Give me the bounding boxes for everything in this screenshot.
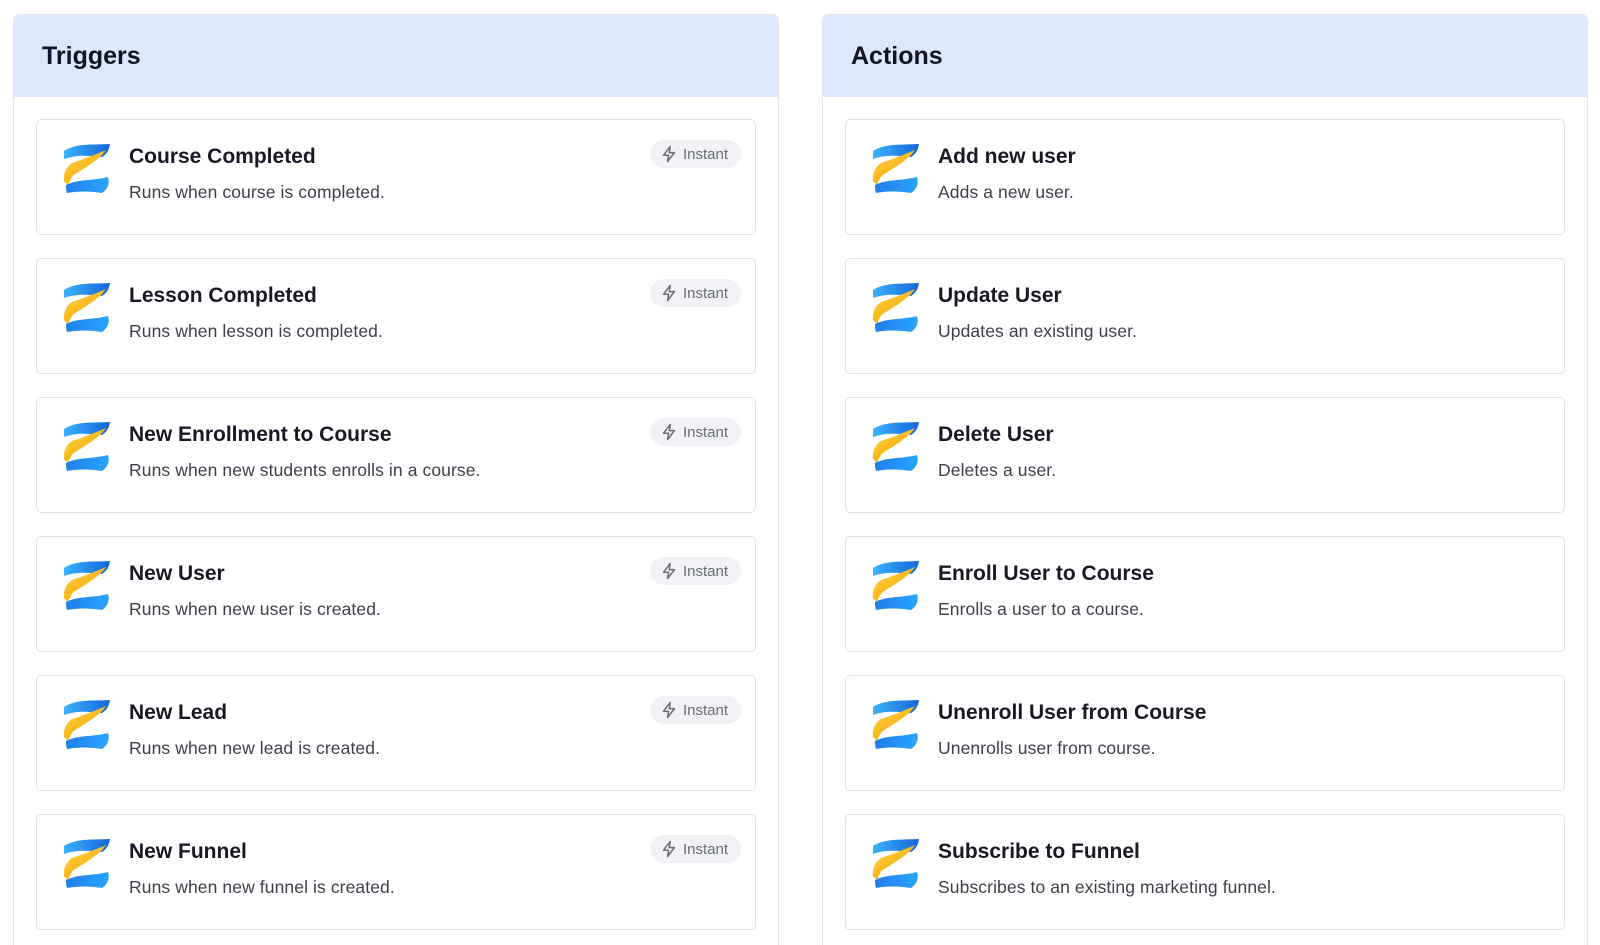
card-title: New Funnel [129,840,247,863]
trigger-card-new-enrollment[interactable]: New Enrollment to Course Runs when new s… [36,397,756,513]
card-title: New Lead [129,701,228,724]
trigger-card-new-funnel[interactable]: New Funnel Runs when new funnel is creat… [36,814,756,930]
lightning-bolt-icon [660,284,678,302]
app-logo-icon [867,280,923,336]
lightning-bolt-icon [660,423,678,441]
card-title: New User [129,562,225,585]
badge-label: Instant [682,562,728,580]
app-logo-icon [58,280,114,336]
lightning-bolt-icon [660,840,678,858]
card-description: Runs when new lead is created. [129,738,381,758]
card-description: Adds a new user. [938,182,1074,202]
action-card-delete-user[interactable]: Delete User Deletes a user. [845,397,1565,513]
triggers-title: Triggers [42,41,141,70]
app-logo-icon [58,558,114,614]
card-title: New Enrollment to Course [129,423,392,446]
card-description: Runs when new user is created. [129,599,382,619]
action-card-update-user[interactable]: Update User Updates an existing user. [845,258,1565,374]
triggers-list: Course Completed Runs when course is com… [14,97,778,930]
card-title: Delete User [938,423,1054,446]
card-description: Unenrolls user from course. [938,738,1156,758]
app-logo-icon [867,558,923,614]
card-title: Enroll User to Course [938,562,1154,585]
actions-list: Add new user Adds a new user. Update Use… [823,97,1587,930]
card-description: Runs when course is completed. [129,182,385,202]
card-title: Lesson Completed [129,284,317,307]
app-logo-icon [867,836,923,892]
badge-label: Instant [682,423,728,441]
instant-badge: Instant [649,140,741,168]
app-logo-icon [58,141,114,197]
instant-badge: Instant [649,696,741,724]
card-title: Course Completed [129,145,316,168]
actions-header: Actions [823,15,1587,97]
card-title: Unenroll User from Course [938,701,1207,724]
action-card-enroll-user[interactable]: Enroll User to Course Enrolls a user to … [845,536,1565,652]
actions-title: Actions [851,41,943,70]
action-card-unenroll-user[interactable]: Unenroll User from Course Unenrolls user… [845,675,1565,791]
action-card-subscribe-funnel[interactable]: Subscribe to Funnel Subscribes to an exi… [845,814,1565,930]
card-title: Add new user [938,145,1076,168]
app-logo-icon [867,419,923,475]
app-logo-icon [867,141,923,197]
card-description: Enrolls a user to a course. [938,599,1144,619]
app-logo-icon [867,697,923,753]
instant-badge: Instant [649,835,741,863]
trigger-card-course-completed[interactable]: Course Completed Runs when course is com… [36,119,756,235]
card-description: Runs when new funnel is created. [129,877,395,897]
card-description: Subscribes to an existing marketing funn… [938,877,1276,897]
card-description: Updates an existing user. [938,321,1138,341]
badge-label: Instant [682,840,728,858]
app-logo-icon [58,697,114,753]
card-description: Runs when lesson is completed. [129,321,383,341]
instant-badge: Instant [649,279,741,307]
instant-badge: Instant [649,557,741,585]
app-logo-icon [58,836,114,892]
card-description: Runs when new students enrolls in a cour… [129,460,481,480]
instant-badge: Instant [649,418,741,446]
trigger-card-new-user[interactable]: New User Runs when new user is created. … [36,536,756,652]
app-logo-icon [58,419,114,475]
badge-label: Instant [682,145,728,163]
card-title: Subscribe to Funnel [938,840,1140,863]
badge-label: Instant [682,701,728,719]
card-title: Update User [938,284,1062,307]
trigger-card-lesson-completed[interactable]: Lesson Completed Runs when lesson is com… [36,258,756,374]
actions-panel: Actions Add new user Adds a new user. Up… [822,14,1588,945]
lightning-bolt-icon [660,145,678,163]
triggers-panel: Triggers Course Completed Runs when cour… [13,14,779,945]
lightning-bolt-icon [660,701,678,719]
triggers-header: Triggers [14,15,778,97]
card-description: Deletes a user. [938,460,1057,480]
action-card-add-new-user[interactable]: Add new user Adds a new user. [845,119,1565,235]
lightning-bolt-icon [660,562,678,580]
trigger-card-new-lead[interactable]: New Lead Runs when new lead is created. … [36,675,756,791]
badge-label: Instant [682,284,728,302]
